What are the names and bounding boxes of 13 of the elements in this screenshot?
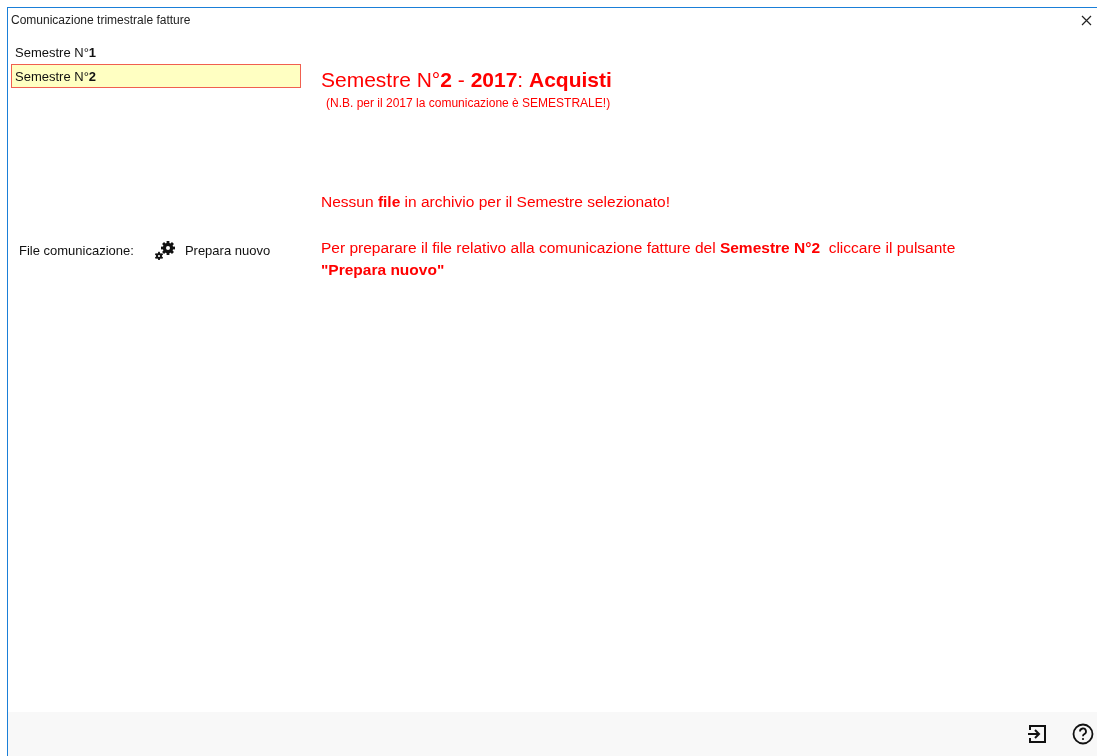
- close-button[interactable]: [1079, 13, 1093, 27]
- semester-item[interactable]: Semestre N°2: [11, 64, 301, 88]
- gears-icon: [153, 240, 176, 260]
- exit-button[interactable]: [1025, 722, 1049, 746]
- note-text: (N.B. per il 2017 la comunicazione è SEMESTRALE!): [326, 96, 612, 110]
- semester-item[interactable]: Semestre N°1: [11, 40, 301, 64]
- section-heading: Semestre N°2 - 2017: Acquisti: [321, 68, 613, 92]
- file-label: File comunicazione:: [19, 242, 134, 258]
- message-text: Per preparare il file relativo alla comunicazione fatture del Semestre N°2 cliccare il pulsante "Prepara nuovo": [321, 238, 957, 280]
- window-title: Comunicazione trimestrale fatture: [11, 13, 191, 27]
- message-text: Nessun file in archivio per il Semestre selezionato!: [321, 192, 671, 212]
- prepare-button[interactable]: Prepara nuovo: [153, 240, 271, 260]
- help-button[interactable]: [1071, 722, 1095, 746]
